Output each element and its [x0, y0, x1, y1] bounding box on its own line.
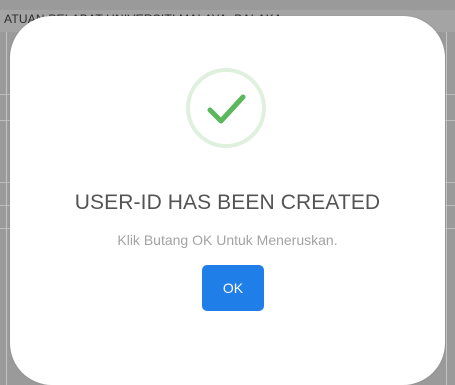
ok-button[interactable]: OK: [202, 265, 264, 311]
dialog-message: Klik Butang OK Untuk Meneruskan.: [117, 232, 338, 248]
checkmark-icon: [186, 68, 266, 148]
background-column-line: [6, 32, 7, 385]
success-dialog: USER-ID HAS BEEN CREATED Klik Butang OK …: [10, 16, 445, 385]
background-column-line: [446, 32, 447, 385]
dialog-title: USER-ID HAS BEEN CREATED: [74, 191, 381, 214]
